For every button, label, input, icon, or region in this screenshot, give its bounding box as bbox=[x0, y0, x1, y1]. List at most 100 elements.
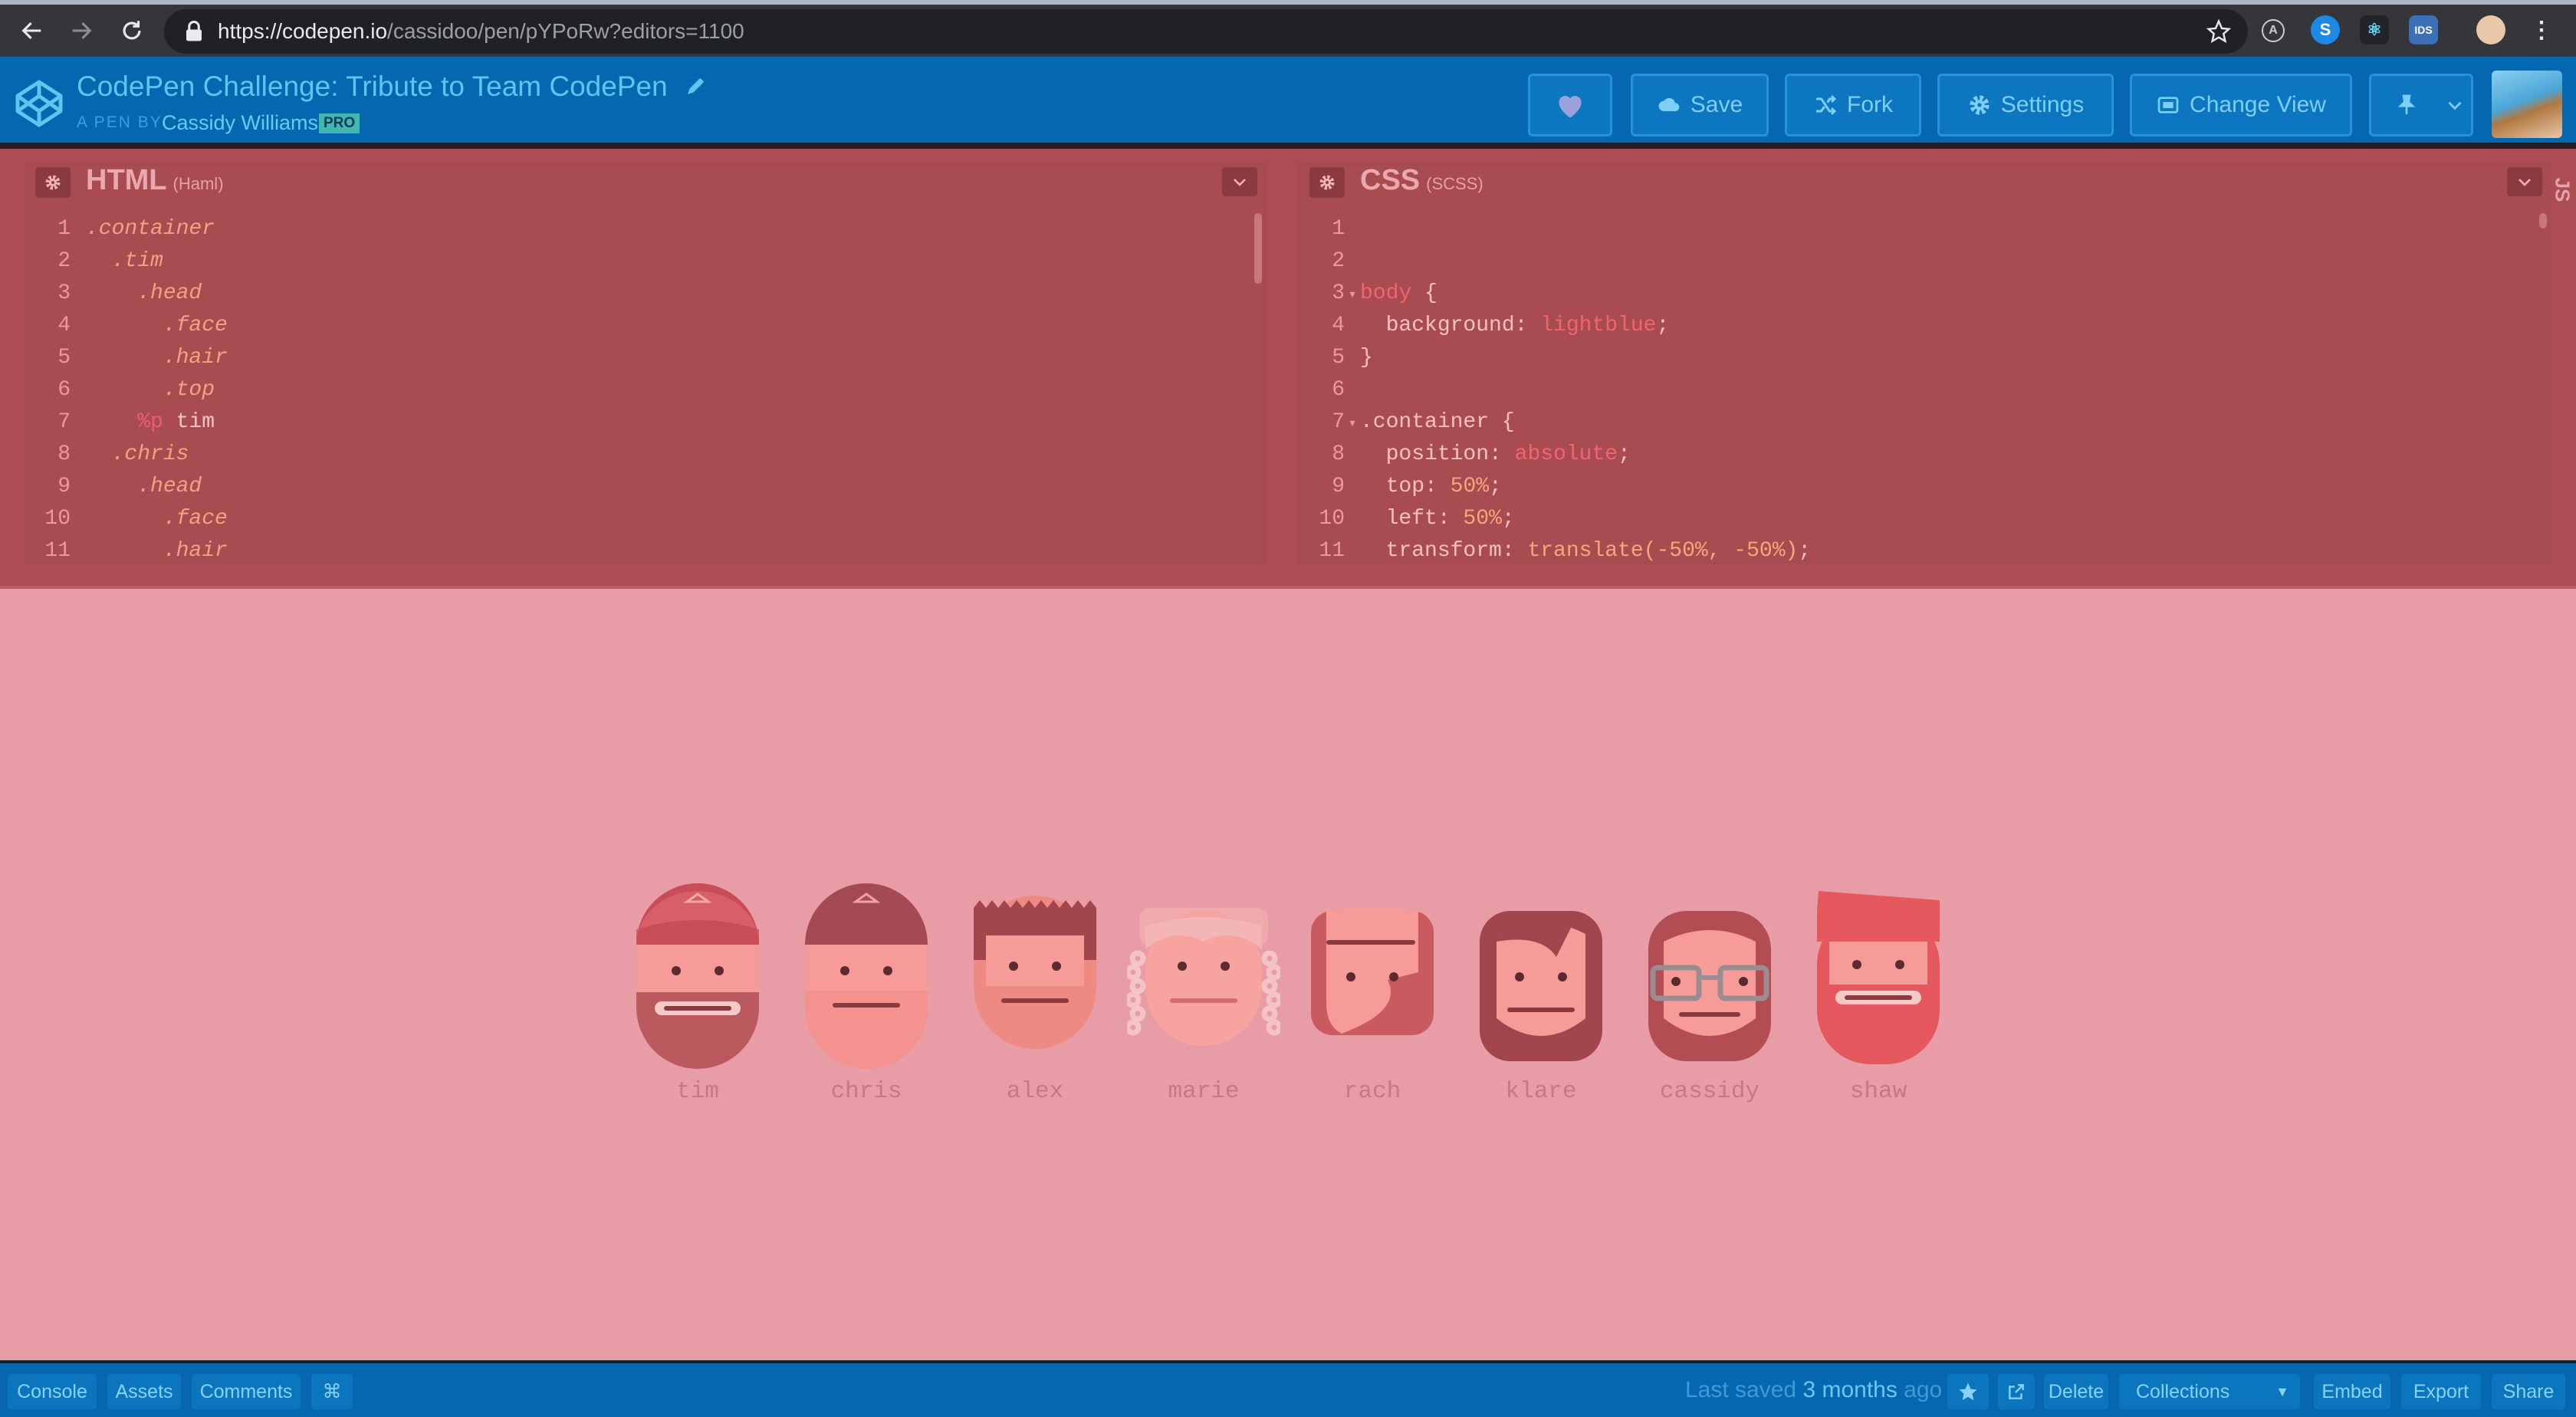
code-token: .tim bbox=[111, 249, 163, 273]
back-button[interactable] bbox=[12, 11, 52, 51]
change-view-label: Change View bbox=[2190, 92, 2326, 117]
extension-a-icon[interactable]: A bbox=[2262, 19, 2285, 42]
code-line: 6 .top bbox=[23, 374, 1244, 406]
css-scrollbar[interactable] bbox=[2539, 213, 2547, 228]
user-avatar[interactable] bbox=[2492, 71, 2562, 138]
code-line: 11 transform: translate(-50%, -50%); bbox=[1297, 535, 2528, 564]
person-name: tim bbox=[676, 1078, 719, 1105]
save-label: Save bbox=[1690, 92, 1743, 117]
pin-menu-button[interactable] bbox=[2369, 74, 2473, 136]
extension-s-icon[interactable]: S bbox=[2311, 15, 2340, 44]
code-token: left: bbox=[1360, 507, 1464, 531]
css-collapse-button[interactable] bbox=[2507, 167, 2542, 196]
css-code[interactable]: 1 2 3 ▾ body {4 background: lightblue; 5} 6 7 ▾.… bbox=[1297, 213, 2528, 564]
editor-area: HTML (Haml) 1 .container 2 .tim 3 .head 4 .fa… bbox=[0, 149, 2576, 586]
code-line: 2 bbox=[1297, 245, 2528, 278]
person-name: chris bbox=[830, 1078, 902, 1105]
html-settings-button[interactable] bbox=[35, 167, 71, 198]
klare-avatar-icon bbox=[1480, 911, 1602, 1061]
html-title: HTML bbox=[86, 164, 167, 196]
cassidy-avatar-icon bbox=[1648, 911, 1771, 1061]
fork-button[interactable]: Fork bbox=[1785, 74, 1921, 136]
save-button[interactable]: Save bbox=[1631, 74, 1769, 136]
arrow-right-icon bbox=[72, 21, 92, 40]
pen-title[interactable]: CodePen Challenge: Tribute to Team CodeP… bbox=[77, 71, 668, 103]
heart-button[interactable] bbox=[1528, 74, 1612, 136]
code-line: 8 .chris bbox=[23, 439, 1244, 471]
pen-by-label: A PEN BY bbox=[77, 113, 163, 131]
line-number: 1 bbox=[1332, 217, 1345, 241]
code-value: lightblue bbox=[1540, 314, 1657, 337]
person-name: rach bbox=[1343, 1078, 1401, 1105]
extension-ids-icon[interactable]: IDS bbox=[2409, 15, 2438, 44]
star-icon[interactable] bbox=[2206, 19, 2231, 44]
html-editor[interactable]: HTML (Haml) 1 .container 2 .tim 3 .head 4 .fa… bbox=[23, 163, 1267, 564]
reload-button[interactable] bbox=[112, 11, 152, 51]
code-line: 1 bbox=[1297, 213, 2528, 245]
code-token: %p bbox=[137, 410, 163, 434]
profile-avatar-icon[interactable] bbox=[2476, 15, 2505, 44]
code-line: 4 background: lightblue; bbox=[1297, 310, 2528, 342]
collections-select[interactable]: Collections ▼ bbox=[2119, 1374, 2300, 1409]
js-editor-tab[interactable]: JS bbox=[2551, 155, 2576, 569]
comments-button[interactable]: Comments bbox=[192, 1374, 301, 1409]
code-punct: ; bbox=[1656, 314, 1670, 337]
assets-button[interactable]: Assets bbox=[107, 1374, 181, 1409]
code-token: .face bbox=[163, 507, 228, 531]
change-view-button[interactable]: Change View bbox=[2130, 74, 2352, 136]
code-line: 5} bbox=[1297, 342, 2528, 374]
url-path: /cassidoo/pen/pYPoRw?editors=1100 bbox=[387, 19, 744, 43]
code-punct: ; bbox=[1501, 507, 1515, 531]
code-line: 4 .face bbox=[23, 310, 1244, 342]
code-token: position: bbox=[1360, 442, 1515, 466]
address-bar[interactable]: https://codepen.io/cassidoo/pen/pYPoRw?e… bbox=[164, 9, 2248, 54]
author-link[interactable]: Cassidy Williams bbox=[162, 111, 318, 135]
browser-toolbar: https://codepen.io/cassidoo/pen/pYPoRw?e… bbox=[0, 0, 2576, 57]
css-settings-button[interactable] bbox=[1309, 167, 1345, 198]
code-line: 11 .hair bbox=[23, 535, 1244, 564]
console-button[interactable]: Console bbox=[8, 1374, 97, 1409]
pin-star-button[interactable] bbox=[1947, 1374, 1989, 1409]
delete-button[interactable]: Delete bbox=[2044, 1374, 2108, 1409]
share-button[interactable]: Share bbox=[2492, 1374, 2565, 1409]
lock-icon bbox=[186, 21, 202, 41]
chevron-down-icon bbox=[1234, 179, 1246, 186]
fold-toggle-icon[interactable]: ▾ bbox=[1345, 279, 1360, 311]
code-token: .container { bbox=[1360, 410, 1515, 434]
line-number: 9 bbox=[58, 475, 71, 498]
html-scrollbar[interactable] bbox=[1254, 213, 1262, 284]
forward-button[interactable] bbox=[61, 11, 101, 51]
pencil-icon[interactable] bbox=[684, 75, 707, 98]
person-name: marie bbox=[1168, 1078, 1240, 1105]
code-token: .chris bbox=[111, 442, 189, 466]
line-number: 3 bbox=[58, 281, 71, 305]
fold-toggle-icon[interactable]: ▾ bbox=[1345, 408, 1360, 440]
code-token: } bbox=[1360, 346, 1373, 370]
open-external-button[interactable] bbox=[1998, 1374, 2035, 1409]
person-name: shaw bbox=[1849, 1078, 1907, 1105]
codepen-logo-icon[interactable] bbox=[14, 78, 64, 129]
react-devtools-icon[interactable]: ⚛ bbox=[2360, 15, 2389, 44]
export-button[interactable]: Export bbox=[2401, 1374, 2481, 1409]
person-chris: chris bbox=[790, 880, 943, 1126]
line-number: 1 bbox=[58, 217, 71, 241]
person-klare: klare bbox=[1464, 880, 1618, 1126]
code-token: .top bbox=[163, 378, 215, 402]
settings-button[interactable]: Settings bbox=[1937, 74, 2114, 136]
keyboard-shortcuts-button[interactable]: ⌘ bbox=[311, 1374, 353, 1409]
line-number: 4 bbox=[1332, 314, 1345, 337]
html-code[interactable]: 1 .container 2 .tim 3 .head 4 .face 5 .hair 6 … bbox=[23, 213, 1244, 564]
bottom-bar: Console Assets Comments ⌘ Last saved 3 m… bbox=[0, 1360, 2576, 1417]
caret-down-icon: ▼ bbox=[2275, 1383, 2289, 1399]
html-collapse-button[interactable] bbox=[1222, 167, 1257, 196]
embed-button[interactable]: Embed bbox=[2314, 1374, 2390, 1409]
url-host: https://codepen.io bbox=[218, 19, 388, 43]
line-number: 5 bbox=[1332, 346, 1345, 370]
menu-dots-icon[interactable]: ⋮ bbox=[2527, 15, 2556, 44]
line-number: 4 bbox=[58, 314, 71, 337]
html-preprocessor: (Haml) bbox=[172, 174, 224, 193]
code-token: top: bbox=[1360, 475, 1451, 498]
last-saved-status: Last saved 3 months ago bbox=[1685, 1377, 1942, 1403]
css-editor[interactable]: CSS (SCSS) 1 2 3 ▾ body {4 background: lightb… bbox=[1297, 163, 2551, 564]
line-number: 8 bbox=[58, 442, 71, 466]
